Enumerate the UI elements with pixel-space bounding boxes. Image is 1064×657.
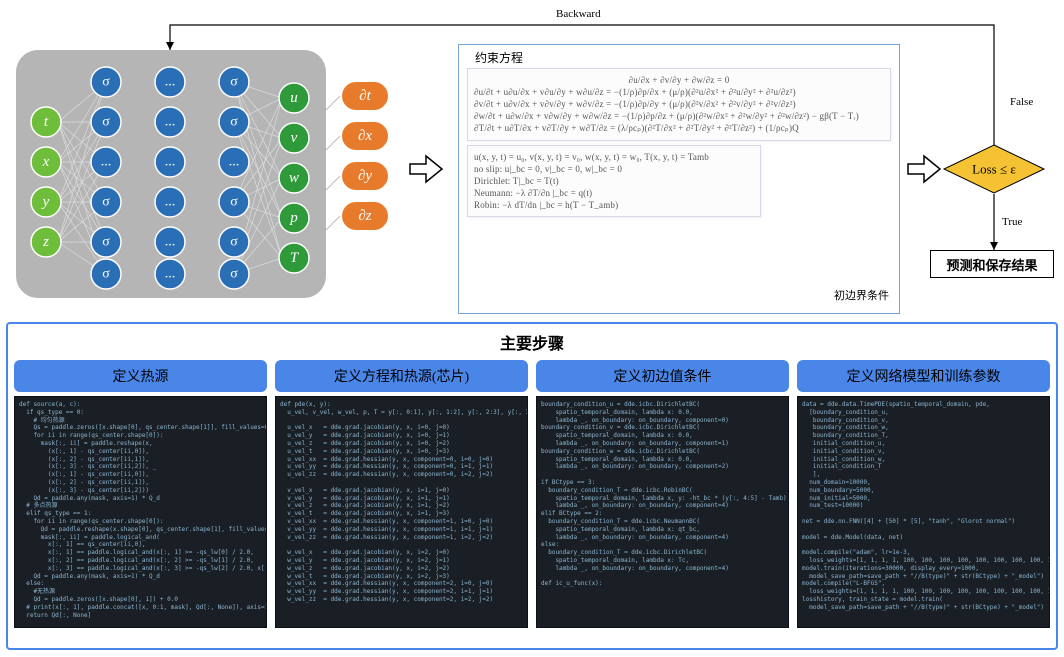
code-box-4: data = dde.data.TimePDE(spatio_temporal_… — [797, 396, 1050, 628]
tab-equations: 定义方程和热源(芯片) — [275, 360, 528, 392]
tab-model: 定义网络模型和训练参数 — [797, 360, 1050, 392]
code-box-1: def source(a, c): if qs_type == 0: # 均匀热… — [14, 396, 267, 628]
code-box-3: boundary_condition_u = dde.icbc.Dirichle… — [536, 396, 789, 628]
code-box-2: def pde(x, y): u_vel, v_vel, w_vel, p, T… — [275, 396, 528, 628]
steps-title: 主要步骤 — [8, 330, 1056, 354]
flow-lines — [0, 0, 1064, 320]
steps-panel: 主要步骤 定义热源 定义方程和热源(芯片) 定义初边值条件 定义网络模型和训练参… — [6, 322, 1058, 650]
tab-heat-source: 定义热源 — [14, 360, 267, 392]
tab-bc: 定义初边值条件 — [536, 360, 789, 392]
